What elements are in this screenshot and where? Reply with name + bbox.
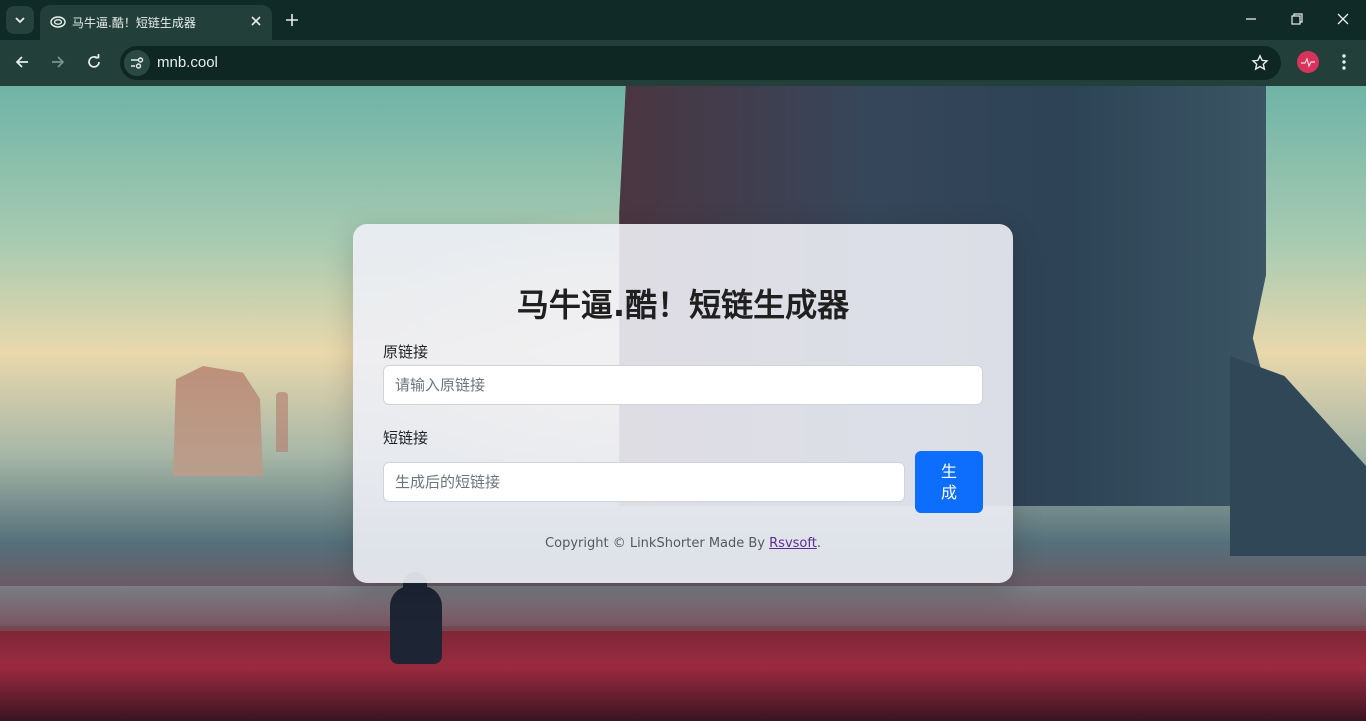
close-icon[interactable] [250, 15, 262, 27]
chevron-down-icon [15, 17, 25, 24]
profile-icon [1301, 57, 1315, 68]
shortener-card: 马牛逼.酷！短链生成器 原链接 短链接 生成 Copyright © LinkS… [353, 224, 1013, 583]
background-cliff-slope [1230, 356, 1366, 556]
background-spire [276, 392, 288, 452]
tab-title: 马牛逼.酷！短链生成器 [72, 16, 196, 30]
site-info-button[interactable] [124, 50, 150, 76]
background-ground [0, 631, 1366, 721]
footer-copyright: Copyright © LinkShorter Made By Rsvsoft. [353, 536, 1013, 551]
tab-search-button[interactable] [6, 6, 34, 34]
back-icon[interactable] [13, 53, 31, 71]
footer-suffix: . [816, 536, 821, 551]
forward-icon[interactable] [49, 53, 67, 71]
background-figure [390, 572, 442, 664]
background-water [0, 586, 1366, 626]
omnibox[interactable]: mnb.cool [120, 46, 1281, 80]
footer-author-link[interactable]: Rsvsoft [769, 536, 817, 551]
menu-icon[interactable] [1336, 53, 1352, 71]
tab-strip: 马牛逼.酷！短链生成器 [0, 0, 1366, 40]
toolbar: mnb.cool [0, 40, 1366, 86]
restore-icon[interactable] [1290, 12, 1304, 26]
footer-text: Copyright © LinkShorter Made By [545, 536, 770, 551]
short-link-label: 短链接 [383, 429, 429, 447]
window-close-icon[interactable] [1336, 12, 1350, 26]
background-mesa [173, 366, 263, 476]
generate-button[interactable]: 生成 [915, 451, 983, 513]
active-tab[interactable]: 马牛逼.酷！短链生成器 [40, 5, 272, 40]
page-title: 马牛逼.酷！短链生成器 [516, 286, 850, 324]
url-text[interactable]: mnb.cool [157, 54, 218, 71]
original-link-input[interactable] [383, 365, 983, 405]
profile-avatar[interactable] [1297, 51, 1319, 73]
plus-icon[interactable] [284, 12, 300, 28]
star-icon[interactable] [1251, 54, 1269, 72]
minimize-icon[interactable] [1244, 12, 1258, 26]
short-link-input[interactable] [383, 462, 905, 502]
site-info-icon [131, 57, 144, 69]
favicon-icon [50, 16, 66, 28]
original-link-label: 原链接 [383, 343, 429, 361]
reload-icon[interactable] [85, 53, 103, 71]
